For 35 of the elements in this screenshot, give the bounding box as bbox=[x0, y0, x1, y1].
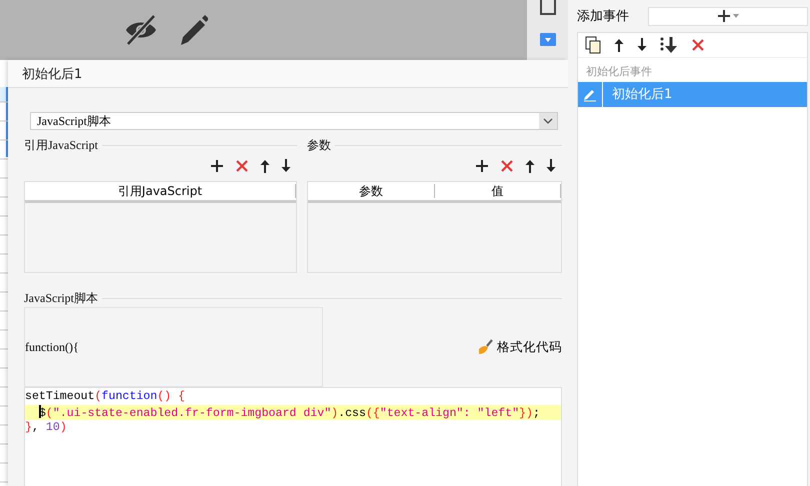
move-to-bottom-icon[interactable] bbox=[660, 37, 678, 53]
arrow-up-icon[interactable] bbox=[614, 38, 624, 52]
caret-icon[interactable] bbox=[733, 14, 739, 18]
section-legend: 参数 bbox=[307, 136, 331, 154]
arrow-down-icon[interactable] bbox=[281, 159, 291, 173]
arrow-down-icon[interactable] bbox=[546, 159, 556, 173]
arrow-down-icon[interactable] bbox=[637, 38, 647, 52]
delete-icon[interactable] bbox=[691, 38, 705, 52]
delete-icon[interactable] bbox=[235, 159, 249, 173]
code-line: setTimeout(function() { bbox=[25, 389, 186, 404]
plus-icon[interactable] bbox=[475, 159, 489, 173]
pencil-icon[interactable] bbox=[583, 88, 597, 102]
plus-icon[interactable] bbox=[210, 159, 224, 173]
add-event-label: 添加事件 bbox=[577, 8, 630, 25]
broom-icon bbox=[478, 339, 494, 355]
event-group-label: 初始化后事件 bbox=[585, 64, 653, 78]
arrow-up-icon[interactable] bbox=[525, 159, 535, 173]
delete-icon[interactable] bbox=[500, 159, 514, 173]
script-type-dropdown[interactable]: JavaScript脚本 bbox=[30, 112, 558, 130]
column-header: 值 bbox=[434, 184, 561, 198]
copy-icon[interactable] bbox=[585, 36, 601, 54]
column-header: 引用JavaScript bbox=[25, 184, 296, 198]
format-code-button[interactable]: 格式化代码 bbox=[478, 338, 562, 356]
chevron-down-icon[interactable] bbox=[543, 118, 553, 124]
dropdown-icon[interactable] bbox=[540, 33, 556, 46]
function-signature: function(){ bbox=[25, 340, 79, 354]
section-legend: 引用JavaScript bbox=[24, 136, 98, 154]
eye-slash-icon[interactable] bbox=[124, 14, 158, 46]
plus-icon[interactable] bbox=[717, 9, 731, 23]
pencil-icon[interactable] bbox=[178, 14, 208, 46]
code-line: }, 10) bbox=[25, 420, 68, 436]
column-header: 参数 bbox=[308, 184, 434, 198]
section-legend: JavaScript脚本 bbox=[24, 290, 98, 306]
dialog-title: 初始化后1 bbox=[8, 60, 568, 88]
arrow-up-icon[interactable] bbox=[260, 159, 270, 173]
